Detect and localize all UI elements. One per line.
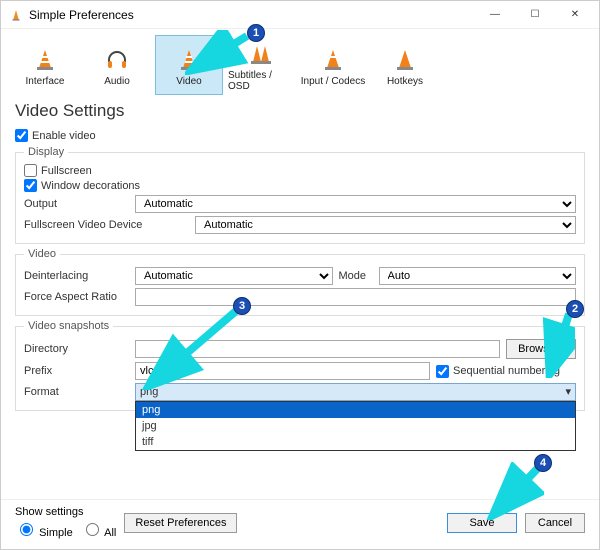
snapshots-legend: Video snapshots — [24, 320, 113, 332]
sequential-numbering-checkbox[interactable]: Sequential numbering — [436, 365, 576, 378]
enable-video-checkbox[interactable]: Enable video — [15, 129, 585, 142]
mode-label: Mode — [339, 270, 373, 282]
annotation-badge-3: 3 — [233, 297, 251, 315]
format-option-jpg[interactable]: jpg — [136, 418, 575, 434]
cone-icon — [319, 44, 347, 72]
category-subtitles[interactable]: Subtitles / OSD — [227, 35, 295, 95]
content-area: Enable video Display Fullscreen Window d… — [1, 127, 599, 499]
force-ar-input[interactable] — [135, 288, 576, 306]
browse-button[interactable]: Browse... — [506, 339, 576, 359]
headphones-icon — [103, 44, 131, 72]
fullscreen-input[interactable] — [24, 164, 37, 177]
window-decorations-input[interactable] — [24, 179, 37, 192]
fullscreen-label: Fullscreen — [41, 165, 92, 177]
category-interface[interactable]: Interface — [11, 35, 79, 95]
annotation-badge-1: 1 — [247, 24, 265, 42]
display-group: Display Fullscreen Window decorations Ou… — [15, 146, 585, 244]
category-audio[interactable]: Audio — [83, 35, 151, 95]
app-icon — [9, 8, 23, 22]
section-title: Video Settings — [1, 95, 599, 127]
window-controls: — ☐ ✕ — [475, 3, 595, 27]
cone-icon — [391, 44, 419, 72]
sequential-numbering-input[interactable] — [436, 365, 449, 378]
category-label: Input / Codecs — [301, 76, 365, 87]
category-input-codecs[interactable]: Input / Codecs — [299, 35, 367, 95]
cone-icon — [175, 44, 203, 72]
window-decorations-checkbox[interactable]: Window decorations — [24, 179, 576, 192]
category-label: Interface — [26, 76, 65, 87]
snapshots-group: Video snapshots Directory Browse... Pref… — [15, 320, 585, 411]
directory-input[interactable] — [135, 340, 500, 358]
prefix-input[interactable] — [135, 362, 430, 380]
maximize-button[interactable]: ☐ — [515, 3, 555, 27]
reset-preferences-button[interactable]: Reset Preferences — [124, 513, 237, 533]
cone-icon — [31, 44, 59, 72]
output-label: Output — [24, 198, 129, 210]
annotation-badge-4: 4 — [534, 454, 552, 472]
sequential-numbering-label: Sequential numbering — [453, 365, 560, 377]
window-decorations-label: Window decorations — [41, 180, 140, 192]
format-dropdown-list[interactable]: png jpg tiff — [135, 401, 576, 451]
video-legend: Video — [24, 248, 60, 260]
category-label: Video — [176, 76, 201, 87]
output-select[interactable]: Automatic — [135, 195, 576, 213]
format-option-tiff[interactable]: tiff — [136, 434, 575, 450]
minimize-button[interactable]: — — [475, 3, 515, 27]
save-button[interactable]: Save — [447, 513, 517, 533]
category-bar: Interface Audio Video Subtitles / OSD In… — [1, 29, 599, 95]
video-group: Video Deinterlacing Automatic Mode Auto … — [15, 248, 585, 316]
format-select[interactable]: png ▾ png jpg tiff — [135, 383, 576, 401]
category-label: Audio — [104, 76, 130, 87]
show-settings-label: Show settings — [15, 506, 116, 518]
close-button[interactable]: ✕ — [555, 3, 595, 27]
deinterlacing-select[interactable]: Automatic — [135, 267, 333, 285]
preferences-window: Simple Preferences — ☐ ✕ Interface Audio… — [0, 0, 600, 550]
enable-video-label: Enable video — [32, 130, 96, 142]
chevron-down-icon[interactable]: ▾ — [565, 384, 571, 400]
format-label: Format — [24, 386, 129, 398]
cone-pair-icon — [247, 38, 275, 66]
category-hotkeys[interactable]: Hotkeys — [371, 35, 439, 95]
mode-select[interactable]: Auto — [379, 267, 577, 285]
category-label: Hotkeys — [387, 76, 423, 87]
titlebar: Simple Preferences — ☐ ✕ — [1, 1, 599, 29]
cancel-button[interactable]: Cancel — [525, 513, 585, 533]
category-label: Subtitles / OSD — [228, 70, 294, 92]
annotation-badge-2: 2 — [566, 300, 584, 318]
fs-device-label: Fullscreen Video Device — [24, 219, 189, 231]
fs-device-select[interactable]: Automatic — [195, 216, 576, 234]
display-legend: Display — [24, 146, 68, 158]
force-ar-label: Force Aspect Ratio — [24, 291, 129, 303]
footer: Show settings Simple All Reset Preferenc… — [1, 499, 599, 549]
directory-label: Directory — [24, 343, 129, 355]
prefix-label: Prefix — [24, 365, 129, 377]
format-option-png[interactable]: png — [136, 402, 575, 418]
enable-video-input[interactable] — [15, 129, 28, 142]
format-value: png — [140, 384, 158, 400]
deinterlacing-label: Deinterlacing — [24, 270, 129, 282]
mode-all-radio[interactable]: All — [81, 520, 117, 539]
window-title: Simple Preferences — [29, 8, 475, 22]
mode-simple-radio[interactable]: Simple — [15, 520, 73, 539]
fullscreen-checkbox[interactable]: Fullscreen — [24, 164, 576, 177]
category-video[interactable]: Video — [155, 35, 223, 95]
